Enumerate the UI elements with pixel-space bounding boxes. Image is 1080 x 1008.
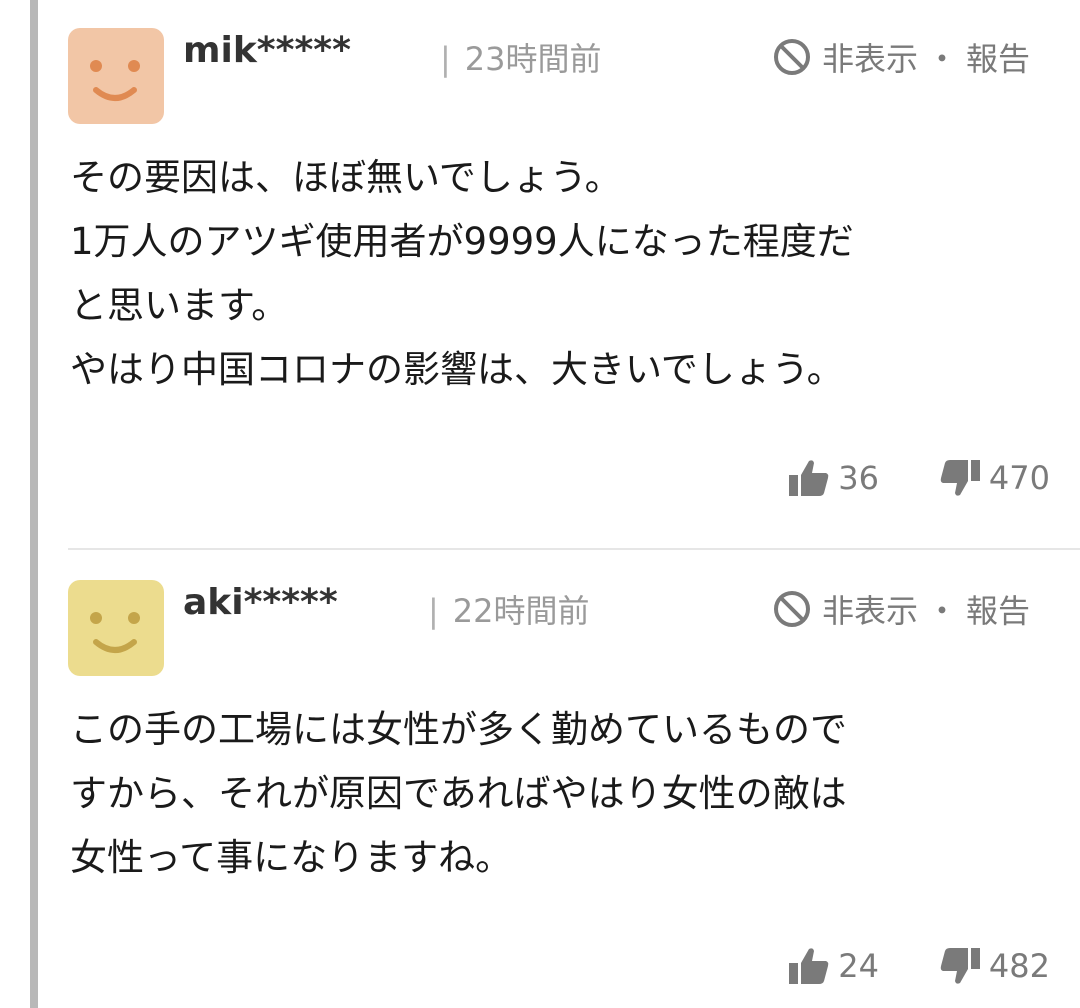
thread-line bbox=[30, 0, 38, 1008]
vote-bar: 36 470 bbox=[788, 458, 1050, 498]
comment-thread: mik***** | 23時間前 非表示 ・ 報告 その要因は、ほぼ無いでしょう。… bbox=[0, 0, 1080, 1008]
avatar[interactable] bbox=[68, 580, 164, 676]
comment: mik***** | 23時間前 非表示 ・ 報告 その要因は、ほぼ無いでしょう。… bbox=[68, 28, 1080, 548]
dislike-button[interactable]: 470 bbox=[939, 458, 1050, 498]
action-separator: ・ bbox=[925, 592, 958, 630]
comment-line: この手の工場には女性が多く勤めているもので bbox=[70, 708, 847, 751]
comment-line: と思います。 bbox=[70, 284, 289, 327]
comment-line: 1万人のアツギ使用者が9999人になった程度だ bbox=[70, 220, 854, 263]
smiley-face-icon bbox=[90, 612, 140, 653]
comment-line: 女性って事になりますね。 bbox=[70, 836, 513, 879]
comment-body: その要因は、ほぼ無いでしょう。 1万人のアツギ使用者が9999人になった程度だ … bbox=[70, 146, 1050, 402]
timestamp: 22時間前 bbox=[452, 592, 590, 630]
comment: aki***** | 22時間前 非表示 ・ 報告 この手の工場には女性が多く勤め… bbox=[68, 580, 1080, 1008]
meta-separator: | bbox=[440, 40, 451, 78]
thumbs-down-icon bbox=[940, 460, 980, 496]
meta-separator: | bbox=[428, 592, 439, 630]
like-button[interactable]: 24 bbox=[788, 946, 879, 986]
vote-bar: 24 482 bbox=[788, 946, 1050, 986]
author-name[interactable]: mik***** bbox=[183, 30, 351, 71]
comment-divider bbox=[68, 548, 1080, 550]
thumbs-up-icon bbox=[789, 948, 829, 984]
like-count: 24 bbox=[838, 947, 879, 985]
action-separator: ・ bbox=[925, 40, 958, 78]
dislike-count: 470 bbox=[988, 459, 1050, 497]
author-name[interactable]: aki***** bbox=[183, 582, 338, 623]
hide-report-actions: 非表示 ・ 報告 bbox=[772, 34, 1030, 80]
ban-circle-icon[interactable] bbox=[772, 37, 812, 77]
smiley-face-icon bbox=[90, 60, 140, 101]
dislike-button[interactable]: 482 bbox=[939, 946, 1050, 986]
hide-button[interactable]: 非表示 bbox=[822, 34, 918, 80]
ban-circle-icon[interactable] bbox=[772, 589, 812, 629]
comment-body: この手の工場には女性が多く勤めているもので すから、それが原因であればやはり女性… bbox=[70, 698, 1050, 890]
post-time: | 23時間前 bbox=[440, 34, 602, 80]
dislike-count: 482 bbox=[988, 947, 1050, 985]
comment-line: その要因は、ほぼ無いでしょう。 bbox=[70, 156, 622, 199]
comment-line: やはり中国コロナの影響は、大きいでしょう。 bbox=[70, 348, 844, 391]
thumbs-up-icon bbox=[789, 460, 829, 496]
avatar[interactable] bbox=[68, 28, 164, 124]
comment-line: すから、それが原因であればやはり女性の敵は bbox=[70, 772, 847, 815]
like-count: 36 bbox=[838, 459, 879, 497]
post-time: | 22時間前 bbox=[428, 586, 590, 632]
report-button[interactable]: 報告 bbox=[966, 586, 1030, 632]
hide-report-actions: 非表示 ・ 報告 bbox=[772, 586, 1030, 632]
thumbs-down-icon bbox=[940, 948, 980, 984]
hide-button[interactable]: 非表示 bbox=[822, 586, 918, 632]
like-button[interactable]: 36 bbox=[788, 458, 879, 498]
timestamp: 23時間前 bbox=[464, 40, 602, 78]
report-button[interactable]: 報告 bbox=[966, 34, 1030, 80]
